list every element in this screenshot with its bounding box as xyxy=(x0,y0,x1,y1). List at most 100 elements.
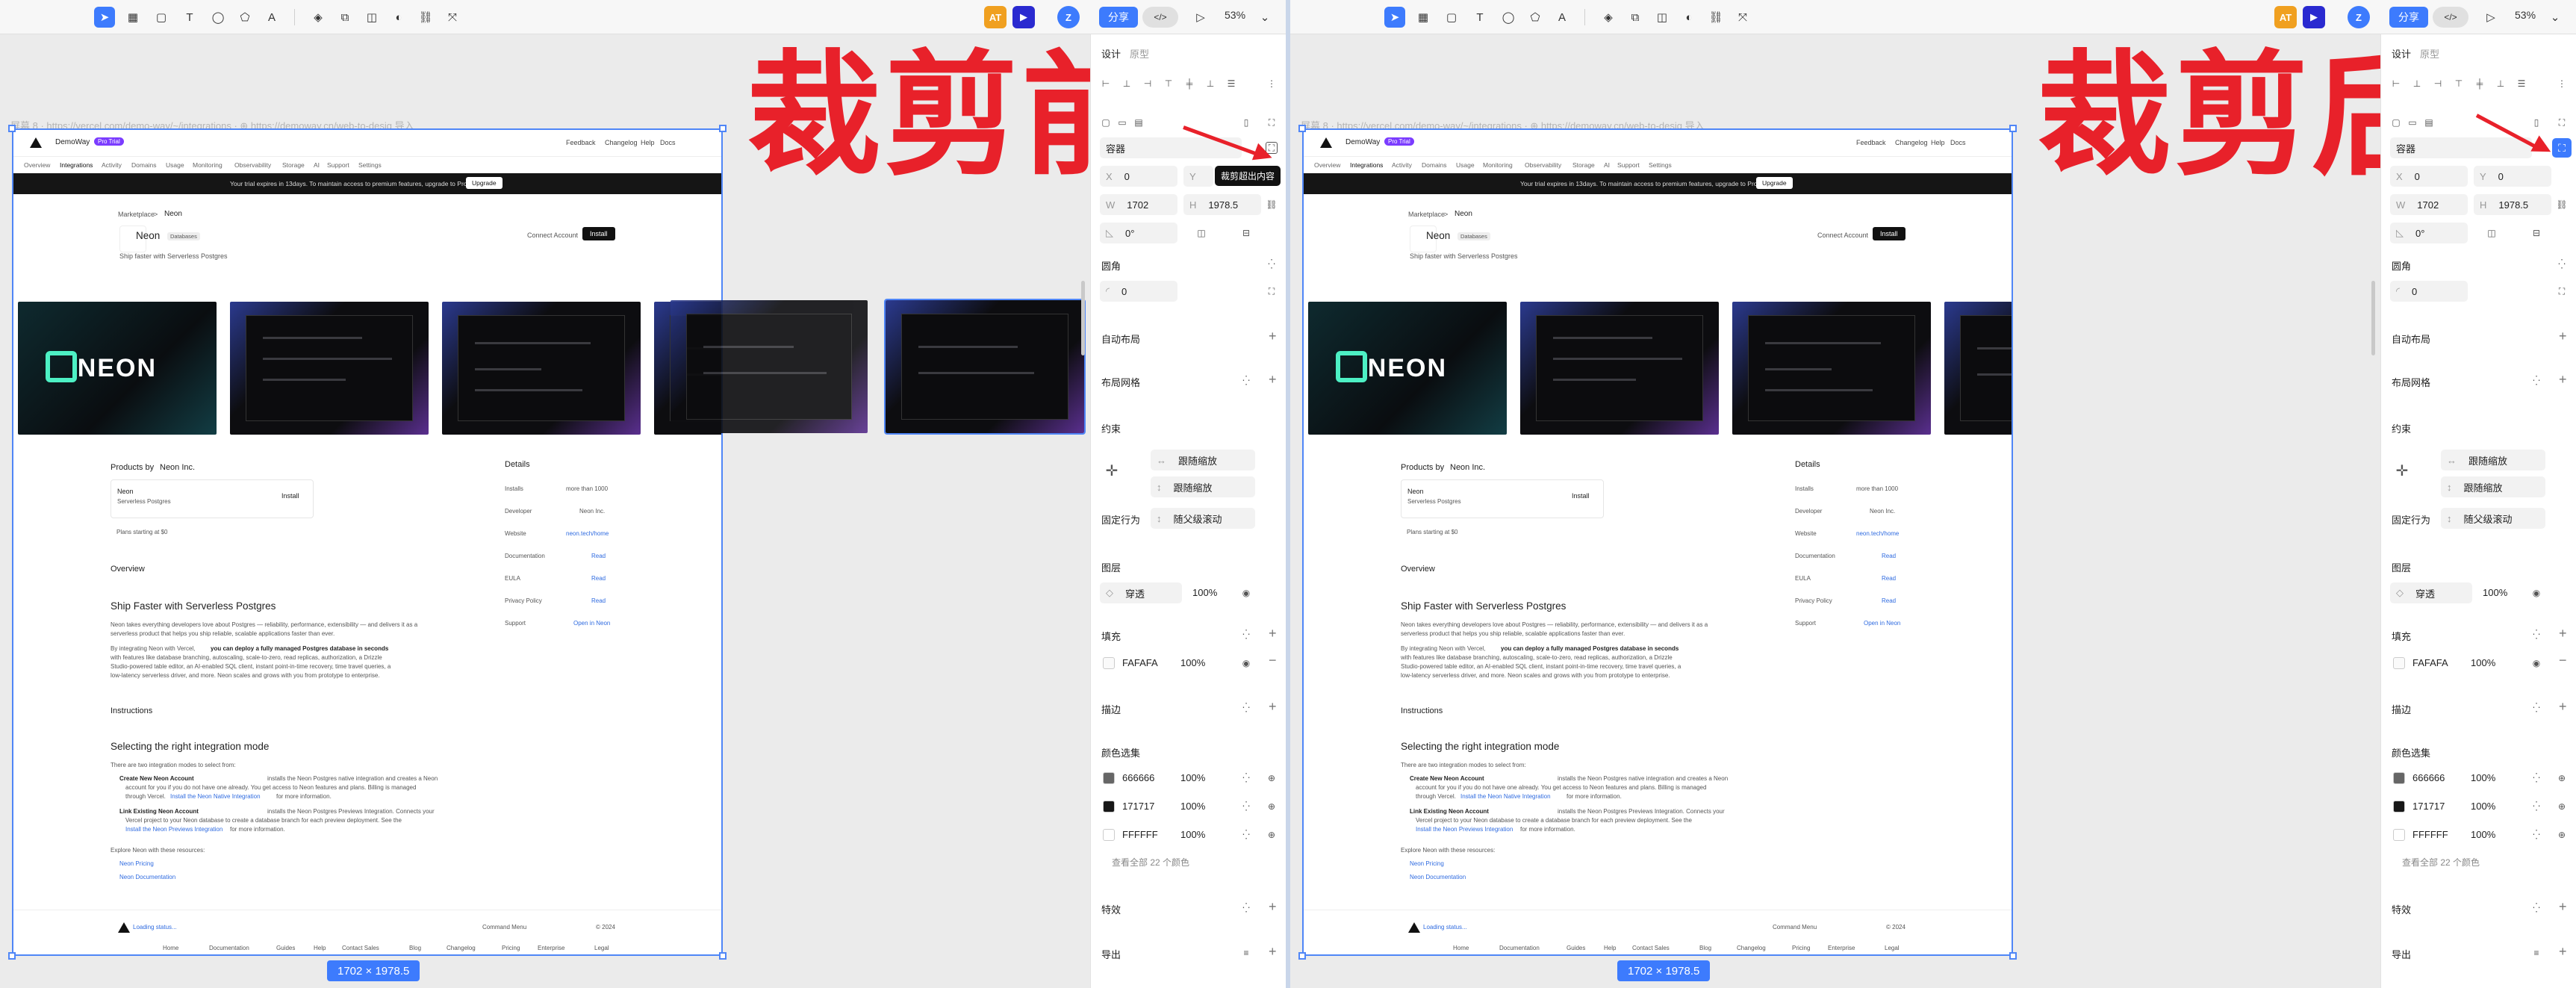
carousel-shot-branches[interactable] xyxy=(442,302,641,435)
footer-link[interactable]: Changelog xyxy=(447,945,476,951)
detail-link[interactable]: neon.tech/home xyxy=(1856,530,1899,537)
grid-style-icon[interactable]: ⁛ xyxy=(1240,375,1252,387)
carousel-shot-branches[interactable] xyxy=(1732,302,1931,435)
dev-mode-toggle[interactable]: </> xyxy=(1142,7,1178,28)
align-top-icon[interactable]: ⊤ xyxy=(1163,78,1175,90)
target-icon[interactable]: ⊕ xyxy=(2556,801,2568,813)
style-icon[interactable]: ◐ xyxy=(1679,7,1699,28)
align-left-icon[interactable]: ⊢ xyxy=(2390,78,2402,90)
tab-prototype[interactable]: 原型 xyxy=(2420,46,2439,60)
add-grid-icon[interactable]: + xyxy=(2559,372,2567,388)
style-icon[interactable]: ⁛ xyxy=(1240,801,1252,813)
target-icon[interactable]: ⊕ xyxy=(1266,829,1278,841)
toplink-help[interactable]: Help xyxy=(641,139,655,146)
more-colors-link[interactable]: 查看全部 22 个颜色 xyxy=(1112,856,1189,869)
rect-tool-icon[interactable]: ▢ xyxy=(1441,7,1462,28)
color-swatch[interactable] xyxy=(1103,772,1115,784)
color-hex[interactable]: 171717 xyxy=(2412,801,2445,812)
toplink-docs[interactable]: Docs xyxy=(1950,139,1966,146)
fill-hex[interactable]: FAFAFA xyxy=(2412,657,2448,668)
x-field[interactable]: X0 xyxy=(1100,166,1177,187)
boolean-icon[interactable]: ⧉ xyxy=(335,7,355,28)
toplink-changelog[interactable]: Changelog xyxy=(605,139,638,146)
footer-link[interactable]: Contact Sales xyxy=(1632,945,1670,951)
flip-v-icon[interactable]: ⊟ xyxy=(2530,227,2542,239)
radius-field[interactable]: ◜ 0 xyxy=(2390,281,2468,302)
frame-type-icon[interactable]: ▢ xyxy=(2390,116,2402,128)
ai-tool-icon[interactable]: A xyxy=(1552,7,1572,28)
remove-fill-icon[interactable]: − xyxy=(2559,653,2567,668)
canvas-scrollbar[interactable] xyxy=(2371,281,2375,355)
avatar[interactable]: AT xyxy=(984,6,1007,28)
ellipse-tool-icon[interactable]: ◯ xyxy=(1498,7,1519,28)
radius-expand-icon[interactable]: ⁛ xyxy=(1266,258,1278,270)
w-field[interactable]: W 1702 xyxy=(2390,194,2468,215)
subnav-activity[interactable]: Activity xyxy=(1392,161,1412,169)
fill-opacity[interactable]: 100% xyxy=(2471,657,2495,668)
add-fill-icon[interactable]: + xyxy=(1269,626,1277,641)
add-effect-icon[interactable]: + xyxy=(2559,899,2567,915)
install-button[interactable]: Install xyxy=(1873,227,1905,240)
ai-tool-icon[interactable]: A xyxy=(261,7,282,28)
color-opacity[interactable]: 100% xyxy=(2471,829,2495,840)
eye-icon[interactable]: ◉ xyxy=(2530,657,2542,669)
effect-style-icon[interactable]: ⁛ xyxy=(1240,902,1252,914)
subnav-monitoring[interactable]: Monitoring xyxy=(1483,161,1513,169)
color-opacity[interactable]: 100% xyxy=(1180,829,1205,840)
color-swatch[interactable] xyxy=(1103,801,1115,813)
avatar[interactable]: AT xyxy=(2274,6,2297,28)
app-icon[interactable]: ▶ xyxy=(2303,6,2325,28)
distribute-icon[interactable]: ☰ xyxy=(2516,78,2527,90)
share-button[interactable]: 分享 xyxy=(2389,7,2428,28)
flip-v-icon[interactable]: ⊟ xyxy=(1240,227,1252,239)
subnav-support[interactable]: Support xyxy=(1617,161,1640,169)
style-icon[interactable]: ⁛ xyxy=(1240,772,1252,784)
device-icon[interactable]: ▯ xyxy=(2530,116,2542,128)
subnav-domains[interactable]: Domains xyxy=(131,161,157,169)
subnav-observability[interactable]: Observability xyxy=(1525,161,1561,169)
chevron-down-icon[interactable]: ⌄ xyxy=(1254,7,1275,28)
plugin-icon[interactable]: ⤧ xyxy=(1732,7,1753,28)
x-field[interactable]: X0 xyxy=(2390,166,2468,187)
container-select[interactable]: 容器 xyxy=(2390,137,2532,158)
export-style-icon[interactable]: ≡ xyxy=(1240,947,1252,959)
remove-fill-icon[interactable]: − xyxy=(1269,653,1277,668)
zoom-level[interactable]: 53% xyxy=(2515,9,2536,21)
color-hex[interactable]: FFFFFF xyxy=(2412,829,2448,840)
connect-account-link[interactable]: Connect Account xyxy=(527,232,578,239)
chevron-down-icon[interactable]: ⌄ xyxy=(2545,7,2566,28)
add-export-icon[interactable]: + xyxy=(2559,944,2567,960)
color-opacity[interactable]: 100% xyxy=(1180,772,1205,783)
pen-tool-icon[interactable]: ⬠ xyxy=(1525,7,1546,28)
resize-handle[interactable] xyxy=(719,125,727,132)
detail-link[interactable]: Read xyxy=(1882,597,1896,604)
rect-tool-icon[interactable]: ▢ xyxy=(151,7,172,28)
fill-style-icon[interactable]: ⁛ xyxy=(1240,629,1252,641)
color-swatch[interactable] xyxy=(2393,772,2405,784)
add-autolayout-icon[interactable]: + xyxy=(2559,329,2567,344)
frame-type-icon[interactable]: ▭ xyxy=(2407,116,2418,128)
footer-link[interactable]: Blog xyxy=(1699,945,1711,951)
subnav-usage[interactable]: Usage xyxy=(1456,161,1475,169)
select-tool-icon[interactable]: ➤ xyxy=(1384,7,1405,28)
boolean-icon[interactable]: ⧉ xyxy=(1625,7,1646,28)
selected-frame[interactable]: DemoWay Pro Trial Feedback Changelog Hel… xyxy=(1302,128,2013,956)
resource-pricing-link[interactable]: Neon Pricing xyxy=(119,860,154,867)
align-center-icon[interactable]: ⊥ xyxy=(2411,78,2423,90)
distribute-h-icon[interactable]: ⋮ xyxy=(2556,78,2568,90)
color-hex[interactable]: 171717 xyxy=(1122,801,1154,812)
constraint-v-select[interactable]: ↕ 跟随缩放 xyxy=(1151,476,1255,497)
constraint-h-select[interactable]: ↔ 跟随缩放 xyxy=(2441,450,2545,470)
resource-docs-link[interactable]: Neon Documentation xyxy=(1410,874,1466,880)
design-canvas[interactable]: 屏幕 8 · https://vercel.com/demo-way/~/int… xyxy=(0,34,1156,988)
y-field[interactable]: Y0 xyxy=(2474,166,2551,187)
pen-tool-icon[interactable]: ⬠ xyxy=(234,7,255,28)
play-icon[interactable]: ▷ xyxy=(1190,7,1211,28)
target-icon[interactable]: ⊕ xyxy=(1266,772,1278,784)
user-avatar[interactable]: Z xyxy=(1057,6,1080,28)
align-bottom-icon[interactable]: ⊥ xyxy=(1204,78,1216,90)
footer-link[interactable]: Home xyxy=(1453,945,1469,951)
align-bottom-icon[interactable]: ⊥ xyxy=(2495,78,2507,90)
rotation-field[interactable]: ◺ 0° xyxy=(2390,223,2468,243)
footer-link[interactable]: Enterprise xyxy=(538,945,564,951)
